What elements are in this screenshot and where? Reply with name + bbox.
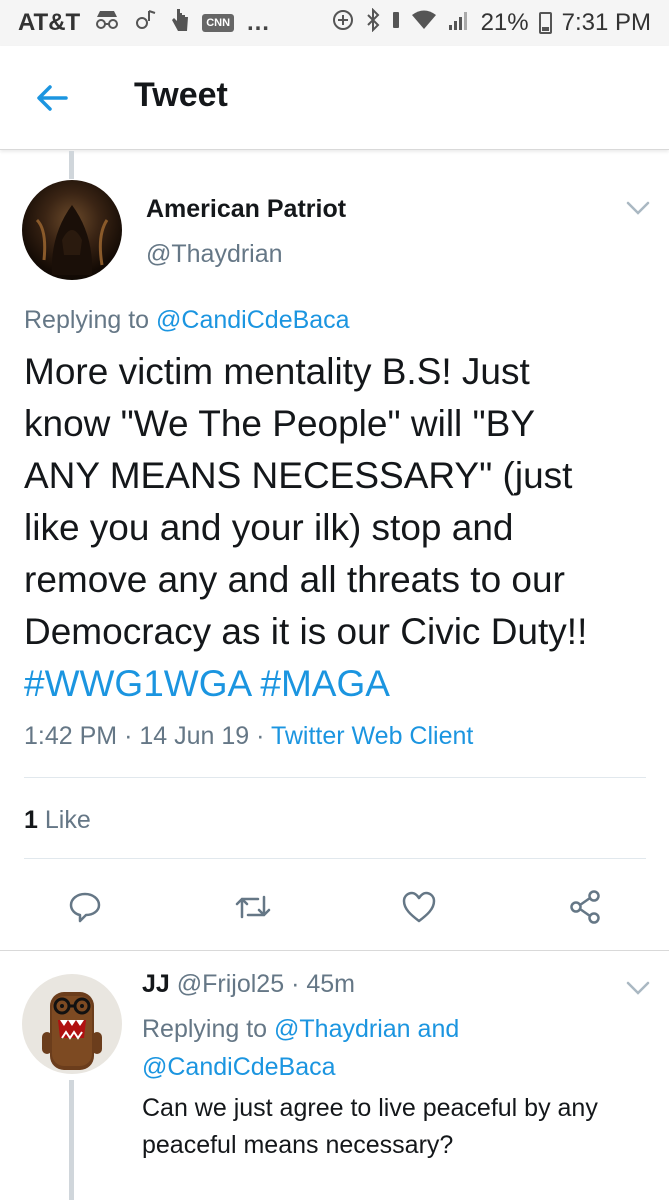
retweet-icon xyxy=(235,895,271,919)
reply-age: 45m xyxy=(306,970,355,998)
vibrate-icon xyxy=(391,9,401,37)
reply-icon xyxy=(69,892,101,923)
reply-button[interactable] xyxy=(60,884,110,930)
tweet-text-line: Democracy as it is our Civic Duty!! xyxy=(24,611,588,652)
back-arrow-icon xyxy=(37,85,68,111)
page-title: Tweet xyxy=(134,76,228,114)
reply-replying-to-link[interactable]: @CandiCdeBaca xyxy=(142,1053,336,1081)
divider xyxy=(0,950,669,951)
music-icon xyxy=(134,8,158,38)
reply-text-line: Can we just agree to live peaceful by an… xyxy=(142,1094,598,1122)
clock: 7:31 PM xyxy=(561,9,651,36)
chevron-down-icon xyxy=(626,201,650,215)
reply-replying-to-link[interactable]: @Thaydrian xyxy=(274,1015,411,1043)
tweet-display-name[interactable]: American Patriot xyxy=(146,195,346,224)
chevron-down-icon xyxy=(626,981,650,995)
carrier-label: AT&T xyxy=(18,9,81,36)
data-saver-icon xyxy=(331,8,355,38)
share-button[interactable] xyxy=(560,884,610,930)
app-header: Tweet xyxy=(0,46,669,150)
back-button[interactable] xyxy=(30,78,74,118)
incognito-icon xyxy=(92,9,122,37)
status-bar: AT&T CNN … 21% 7:31 PM xyxy=(0,0,669,46)
tweet-text-line: like you and your ilk) stop and xyxy=(24,507,514,548)
reply-handle[interactable]: @Frijol25 xyxy=(177,970,284,998)
replying-to-line: Replying to @CandiCdeBaca xyxy=(24,306,350,335)
replying-to-label: Replying to xyxy=(24,306,150,334)
divider xyxy=(24,858,646,859)
tweet-meta: 1:42 PM · 14 Jun 19 · Twitter Web Client xyxy=(24,722,473,751)
thread-connector-top xyxy=(69,151,74,179)
tweet-text-line: More victim mentality B.S! Just xyxy=(24,351,530,392)
like-icon xyxy=(402,891,436,923)
reply-separator: · xyxy=(291,970,300,998)
like-count-number: 1 xyxy=(24,806,38,834)
reply-replying-to-label: Replying to xyxy=(142,1015,268,1043)
tweet-time: 1:42 PM xyxy=(24,722,118,750)
reply-replying-and[interactable]: and xyxy=(418,1015,460,1043)
like-count-label: Like xyxy=(44,806,91,834)
tweet-handle[interactable]: @Thaydrian xyxy=(146,240,283,269)
likes-count[interactable]: 1 Like xyxy=(24,806,91,835)
thread-connector-bottom xyxy=(69,1080,74,1200)
cnn-icon: CNN xyxy=(202,14,235,32)
reply-replying-to-line: Replying to @Thaydrian and @CandiCdeBaca xyxy=(142,1010,657,1086)
like-button[interactable] xyxy=(394,884,444,930)
tweet-date: 14 Jun 19 xyxy=(139,722,250,750)
more-dots-icon: … xyxy=(246,9,272,36)
replying-to-link[interactable]: @CandiCdeBaca xyxy=(156,306,350,334)
tweet-options-chevron[interactable] xyxy=(624,198,652,218)
avatar-american-patriot[interactable] xyxy=(22,180,122,280)
divider xyxy=(24,777,646,778)
bluetooth-icon xyxy=(365,7,381,38)
tweet-text-line: ANY MEANS NECESSARY" (just xyxy=(24,455,573,496)
tweet-hashtags[interactable]: #WWG1WGA #MAGA xyxy=(24,658,654,710)
tweet-text-line: remove any and all threats to our xyxy=(24,559,565,600)
reply-options-chevron[interactable] xyxy=(624,978,652,998)
hooded-figure-image xyxy=(35,205,109,275)
hand-icon xyxy=(170,7,190,39)
domo-figure-image xyxy=(42,992,102,1070)
battery-icon xyxy=(538,12,552,34)
share-icon xyxy=(570,890,600,924)
wifi-icon xyxy=(411,9,437,37)
tweet-client-link[interactable]: Twitter Web Client xyxy=(271,722,473,750)
avatar-jj[interactable] xyxy=(22,974,122,1074)
retweet-button[interactable] xyxy=(228,884,278,930)
reply-text-line: peaceful means necessary? xyxy=(142,1131,454,1159)
battery-percent: 21% xyxy=(480,9,529,36)
meta-separator: · xyxy=(256,722,265,750)
meta-separator: · xyxy=(124,722,133,750)
tweet-text: More victim mentality B.S! Just know "We… xyxy=(24,346,654,710)
reply-text: Can we just agree to live peaceful by an… xyxy=(142,1090,657,1164)
reply-header: JJ @Frijol25 · 45m xyxy=(142,970,355,999)
signal-icon xyxy=(447,9,471,37)
reply-display-name[interactable]: JJ xyxy=(142,970,170,998)
tweet-text-line: know "We The People" will "BY xyxy=(24,403,536,444)
